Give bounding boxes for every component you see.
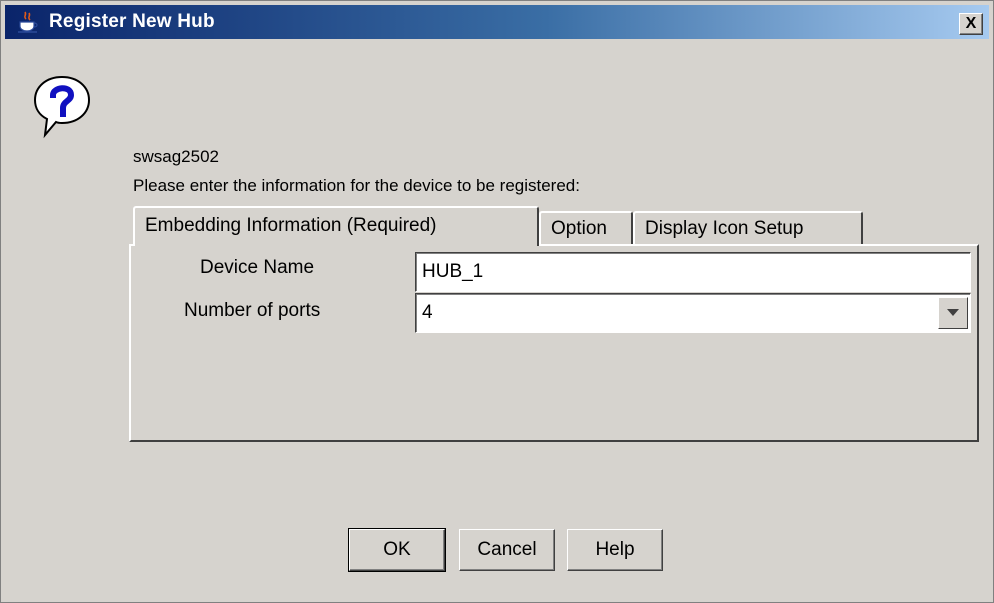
tab-option[interactable]: Option [539, 211, 633, 245]
ports-value: 4 [422, 302, 433, 323]
ports-label: Number of ports [184, 300, 321, 321]
ports-select[interactable]: 4 [415, 293, 971, 333]
ports-dropdown-button[interactable] [938, 297, 968, 329]
java-cup-icon [17, 11, 39, 33]
window-title: Register New Hub [49, 11, 215, 32]
device-name-input[interactable]: HUB_1 [415, 252, 971, 292]
title-bar[interactable]: Register New Hub X [5, 5, 989, 39]
help-button[interactable]: Help [567, 529, 663, 571]
ok-button[interactable]: OK [348, 528, 446, 572]
device-name-label: Device Name [200, 257, 315, 278]
close-icon: X [965, 15, 977, 32]
chevron-down-icon [947, 309, 959, 316]
cancel-button[interactable]: Cancel [459, 529, 555, 571]
close-button[interactable]: X [959, 13, 983, 35]
message-text: Please enter the information for the dev… [133, 176, 580, 195]
question-icon [31, 73, 93, 139]
register-new-hub-dialog: Register New Hub X swsag2502 Please ente… [0, 0, 994, 603]
tab-display-icon-setup[interactable]: Display Icon Setup [633, 211, 863, 245]
tab-embedding-information[interactable]: Embedding Information (Required) [133, 206, 539, 246]
message-id: swsag2502 [133, 147, 220, 166]
